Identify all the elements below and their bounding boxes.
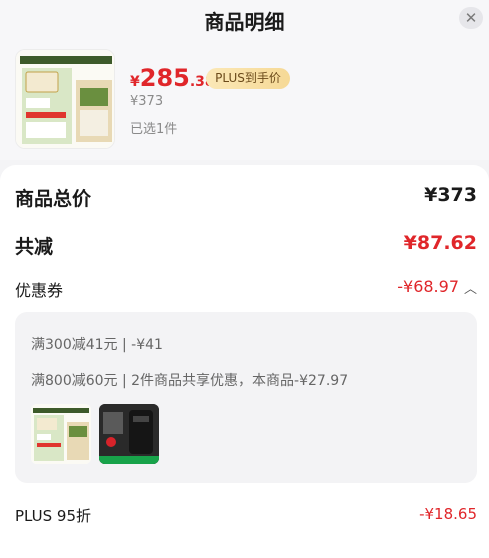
coupon-detail-box: 满300减41元 | -¥41 满800减60元 | 2件商品共享优惠，本商品-…	[15, 312, 477, 483]
total-value: ¥373	[424, 184, 477, 206]
plus-price-badge: PLUS到手价	[206, 68, 290, 89]
chevron-up-icon[interactable]: ︿	[464, 278, 477, 297]
close-icon[interactable]: ✕	[459, 7, 483, 29]
coupon-rule-1: 满300减41元 | -¥41	[31, 337, 163, 353]
product-image	[16, 50, 114, 148]
price-symbol: ¥	[130, 74, 140, 90]
coupon-label: 优惠券	[15, 281, 64, 300]
original-price: ¥373	[130, 94, 164, 109]
plus-value: -¥18.65	[419, 505, 477, 523]
coupon-rule-2: 满800减60元 | 2件商品共享优惠，本商品-¥27.97	[31, 373, 349, 389]
discount-value: ¥87.62	[403, 232, 477, 254]
product-thumbnail[interactable]	[15, 49, 115, 149]
price-integer: 285	[139, 64, 190, 92]
discount-label: 共减	[15, 236, 54, 258]
pet-food-thumbnail[interactable]	[31, 404, 91, 464]
coupon-value: -¥68.97	[397, 277, 459, 296]
total-label: 商品总价	[15, 188, 92, 210]
current-price: ¥285.38	[130, 64, 215, 92]
backpack-thumbnail[interactable]	[99, 404, 159, 464]
page-title: 商品明细	[204, 10, 285, 34]
pet-food-image	[31, 404, 91, 464]
selected-count: 已选1件	[130, 122, 178, 137]
backpack-image	[99, 404, 159, 464]
plus-label: PLUS 95折	[15, 507, 92, 525]
